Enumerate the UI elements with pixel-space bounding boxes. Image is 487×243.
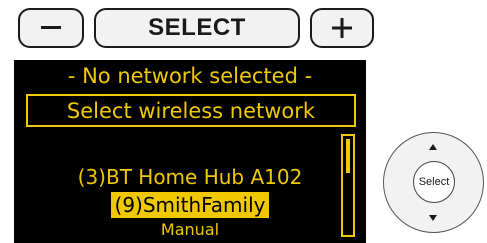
menu-title: Select wireless network: [66, 98, 316, 123]
network-item-manual[interactable]: Manual: [14, 220, 366, 239]
select-button[interactable]: SELECT: [94, 8, 300, 48]
dial-select-button[interactable]: Select: [413, 161, 455, 203]
device-display: - No network selected - Select wireless …: [14, 60, 366, 243]
menu-title-box[interactable]: Select wireless network: [26, 94, 356, 127]
scrollbar-thumb[interactable]: [346, 139, 350, 173]
minus-icon: [41, 26, 61, 29]
navigation-dial[interactable]: Select: [383, 132, 484, 233]
network-status: - No network selected -: [67, 64, 313, 88]
minus-button[interactable]: [18, 8, 84, 48]
up-arrow-icon[interactable]: [429, 144, 437, 150]
dial-select-label: Select: [418, 176, 450, 188]
network-item[interactable]: (3)BT Home Hub A102: [14, 165, 366, 189]
plus-icon: [332, 18, 352, 38]
down-arrow-icon[interactable]: [429, 215, 437, 221]
select-button-label: SELECT: [148, 14, 246, 41]
scrollbar[interactable]: [341, 134, 355, 237]
network-item-selected[interactable]: (9)SmithFamily: [110, 192, 270, 218]
plus-button[interactable]: [310, 8, 374, 48]
